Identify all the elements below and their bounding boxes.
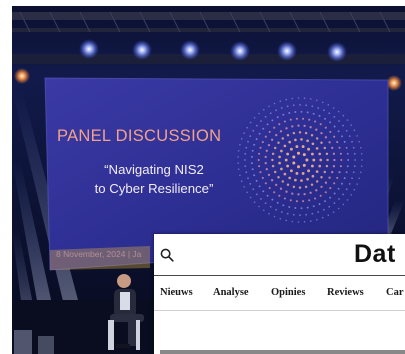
nav-item-opinies[interactable]: Opinies — [271, 287, 305, 298]
nav-item-car[interactable]: Car — [386, 287, 404, 298]
site-logo[interactable]: Dat — [354, 240, 396, 269]
slide-quote: “Navigating NIS2 to Cyber Resilience” — [48, 161, 260, 198]
slide-footer: 8 November, 2024 | Ja — [56, 249, 142, 259]
slide-quote-line-1: “Navigating NIS2 — [104, 162, 204, 177]
nav-item-analyse[interactable]: Analyse — [213, 287, 249, 298]
article-image-edge — [160, 350, 405, 354]
site-header: Dat — [154, 234, 405, 276]
slide-title: PANEL DISCUSSION — [57, 127, 222, 145]
slide-quote-line-2: to Cyber Resilience” — [94, 180, 214, 196]
website-overlay: Dat Nieuws Analyse Opinies Reviews Car — [154, 234, 405, 354]
nav-item-nieuws[interactable]: Nieuws — [160, 287, 193, 298]
nav-item-reviews[interactable]: Reviews — [327, 287, 364, 298]
search-icon[interactable] — [160, 248, 174, 262]
site-nav: Nieuws Analyse Opinies Reviews Car — [154, 276, 405, 311]
